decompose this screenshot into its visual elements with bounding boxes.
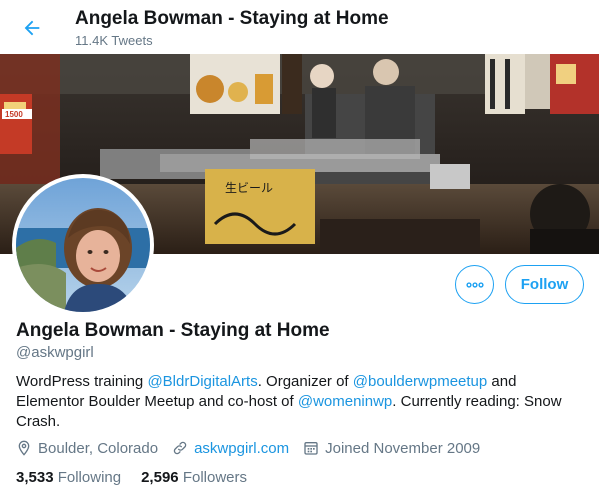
arrow-left-icon [24,20,40,36]
more-horizontal-icon [465,281,484,288]
link-icon [173,441,187,455]
avatar-photo [16,178,150,312]
website-item: askwpgirl.com [172,440,289,457]
follow-button[interactable]: Follow [505,265,584,304]
profile-bio: WordPress training @BldrDigitalArts. Org… [16,372,576,432]
tweet-count: 11.4K Tweets [75,33,153,48]
followers-label: Followers [182,468,247,486]
banner-menu-sign: 生ビール [225,181,273,195]
profile-handle: @askwpgirl [16,344,94,361]
bio-text: . Organizer of [257,373,353,390]
bio-mention-womeninwp[interactable]: @womeninwp [298,393,392,410]
back-button[interactable] [14,10,50,46]
following-link[interactable]: 3,533 Following [16,469,121,486]
location-item: Boulder, Colorado [16,440,158,457]
more-button[interactable] [455,265,494,304]
following-count: 3,533 [16,468,54,486]
profile-meta: Boulder, Colorado askwpgirl.com Joined N… [16,437,494,459]
profile-avatar[interactable] [12,174,154,316]
bio-text: WordPress training [16,373,148,390]
joined-text: Joined November 2009 [325,439,481,457]
map-pin-icon [18,440,30,456]
website-link[interactable]: askwpgirl.com [194,440,289,457]
profile-header-bar: Angela Bowman - Staying at Home 11.4K Tw… [0,0,599,53]
followers-link[interactable]: 2,596 Followers [141,469,247,486]
profile-name: Angela Bowman - Staying at Home [16,320,330,341]
price-sign: 1500 [5,110,23,119]
profile-stats: 3,533 Following 2,596 Followers [16,467,267,487]
followers-count: 2,596 [141,468,179,486]
joined-item: Joined November 2009 [303,440,480,457]
header-title: Angela Bowman - Staying at Home [75,8,389,29]
bio-mention-boulderwpmeetup[interactable]: @boulderwpmeetup [353,373,487,390]
calendar-icon [304,442,318,455]
location-text: Boulder, Colorado [38,439,159,457]
following-label: Following [57,468,122,486]
bio-mention-bldrdigitalarts[interactable]: @BldrDigitalArts [147,373,257,390]
